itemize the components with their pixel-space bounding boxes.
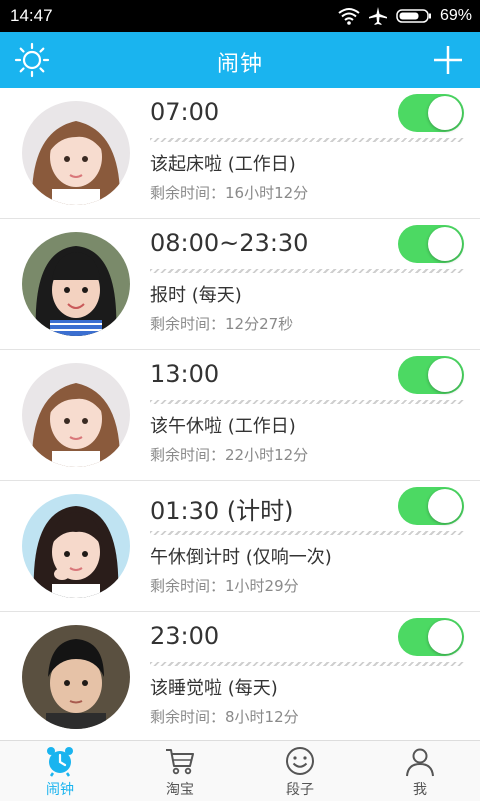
alarm-label: 午休倒计时 (仅响一次) [150, 547, 332, 568]
alarm-toggle[interactable] [398, 487, 464, 525]
page-title: 闹钟 [216, 52, 263, 77]
avatar [22, 363, 130, 467]
toggle-knob [428, 358, 462, 392]
avatar [22, 494, 130, 598]
alarm-item[interactable]: 07:00 该起床啦 (工作日) 剩余时间：16小时12分 [0, 88, 480, 219]
status-time: 14:47 [10, 6, 53, 25]
avatar [22, 101, 130, 205]
bottom-nav: 闹钟 淘宝 段子 我 [0, 740, 480, 801]
toggle-knob [428, 489, 462, 523]
alarm-time: 08:00~23:30 [150, 229, 309, 257]
alarm-item[interactable]: 08:00~23:30 报时 (每天) 剩余时间：12分27秒 [0, 219, 480, 350]
status-bar: 14:47 69% [0, 0, 480, 32]
shopping-cart-icon [164, 745, 196, 777]
alarm-label: 该起床啦 (工作日) [150, 154, 296, 175]
alarm-label: 该睡觉啦 (每天) [150, 678, 278, 699]
alarm-item[interactable]: 01:30 (计时) 午休倒计时 (仅响一次) 剩余时间：1小时29分 [0, 481, 480, 612]
avatar [22, 625, 130, 729]
alarm-label: 该午休啦 (工作日) [150, 416, 296, 437]
divider [150, 662, 464, 666]
alarm-toggle[interactable] [398, 356, 464, 394]
tab-label: 淘宝 [166, 782, 194, 798]
toggle-knob [428, 96, 462, 130]
tab-jokes[interactable]: 段子 [240, 741, 360, 801]
wifi-icon [338, 7, 360, 25]
divider [150, 531, 464, 535]
alarm-toggle[interactable] [398, 225, 464, 263]
person-icon [404, 745, 436, 777]
tab-alarm[interactable]: 闹钟 [0, 741, 120, 801]
alarm-item[interactable]: 13:00 该午休啦 (工作日) 剩余时间：22小时12分 [0, 350, 480, 481]
battery-icon [396, 8, 432, 24]
plus-icon [434, 46, 462, 74]
tab-taobao[interactable]: 淘宝 [120, 741, 240, 801]
alarm-item[interactable]: 23:00 该睡觉啦 (每天) 剩余时间：8小时12分 [0, 612, 480, 740]
alarm-time: 13:00 [150, 360, 220, 388]
divider [150, 400, 464, 404]
alarm-label: 报时 (每天) [150, 285, 242, 306]
alarm-time: 23:00 [150, 622, 220, 650]
airplane-mode-icon [368, 6, 388, 26]
alarm-toggle[interactable] [398, 94, 464, 132]
tab-label: 段子 [286, 782, 314, 798]
divider [150, 269, 464, 273]
alarm-remaining: 剩余时间：16小时12分 [150, 184, 309, 202]
alarm-remaining: 剩余时间：1小时29分 [150, 577, 299, 595]
tab-label: 闹钟 [46, 782, 74, 798]
alarm-remaining: 剩余时间：8小时12分 [150, 708, 299, 726]
status-icons: 69% [338, 5, 472, 27]
alarm-remaining: 剩余时间：22小时12分 [150, 446, 309, 464]
tab-me[interactable]: 我 [360, 741, 480, 801]
toggle-knob [428, 620, 462, 654]
alarm-toggle[interactable] [398, 618, 464, 656]
tab-label: 我 [413, 782, 427, 798]
toggle-knob [428, 227, 462, 261]
alarm-time: 01:30 (计时) [150, 497, 294, 525]
alarm-list: 07:00 该起床啦 (工作日) 剩余时间：16小时12分 08:00~23:3… [0, 88, 480, 740]
smiley-icon [284, 745, 316, 777]
add-alarm-button[interactable] [430, 42, 466, 78]
avatar [22, 232, 130, 336]
battery-percent: 69% [439, 7, 472, 24]
divider [150, 138, 464, 142]
app-header: 闹钟 [0, 32, 480, 88]
alarm-remaining: 剩余时间：12分27秒 [150, 315, 294, 333]
alarm-clock-icon [44, 745, 76, 777]
alarm-time: 07:00 [150, 98, 220, 126]
